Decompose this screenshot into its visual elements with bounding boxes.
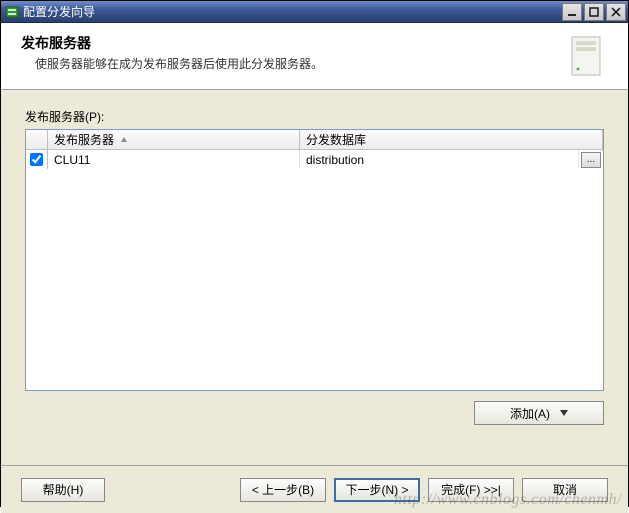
- add-button[interactable]: 添加(A): [474, 401, 604, 425]
- minimize-button[interactable]: [562, 3, 582, 21]
- help-button[interactable]: 帮助(H): [21, 478, 105, 502]
- wizard-header: 发布服务器 使服务器能够在成为发布服务器后使用此分发服务器。: [1, 23, 628, 90]
- browse-button[interactable]: ...: [581, 152, 601, 168]
- wizard-body: 发布服务器(P): 发布服务器 分发数据库 CLU11 distribution…: [1, 90, 628, 465]
- publisher-list-label: 发布服务器(P):: [25, 108, 604, 125]
- column-header-server[interactable]: 发布服务器: [48, 130, 300, 149]
- close-button[interactable]: [606, 3, 626, 21]
- publisher-list: 发布服务器 分发数据库 CLU11 distribution ...: [25, 129, 604, 391]
- wizard-footer: 帮助(H) < 上一步(B) 下一步(N) > 完成(F) >>| 取消: [1, 465, 628, 513]
- column-header-server-label: 发布服务器: [54, 131, 114, 148]
- row-checkbox[interactable]: [30, 153, 43, 166]
- server-icon: [562, 33, 608, 79]
- column-header-db-label: 分发数据库: [306, 131, 366, 148]
- chevron-down-icon: [560, 409, 568, 417]
- next-button[interactable]: 下一步(N) >: [334, 478, 420, 502]
- back-button[interactable]: < 上一步(B): [240, 478, 326, 502]
- page-subtitle: 使服务器能够在成为发布服务器后使用此分发服务器。: [35, 55, 562, 72]
- finish-button[interactable]: 完成(F) >>|: [428, 478, 514, 502]
- cancel-button[interactable]: 取消: [522, 478, 608, 502]
- maximize-button[interactable]: [584, 3, 604, 21]
- column-header-db[interactable]: 分发数据库: [300, 130, 603, 149]
- window-controls: [562, 3, 626, 21]
- page-title: 发布服务器: [21, 33, 562, 53]
- column-header-checkbox[interactable]: [26, 130, 48, 149]
- add-button-label: 添加(A): [510, 405, 550, 422]
- app-icon: [5, 5, 19, 19]
- table-row[interactable]: CLU11 distribution ...: [26, 150, 603, 170]
- title-bar: 配置分发向导: [1, 1, 628, 23]
- list-header: 发布服务器 分发数据库: [26, 130, 603, 150]
- row-db-cell: distribution: [300, 150, 579, 169]
- row-server-cell: CLU11: [48, 150, 300, 169]
- sort-ascending-icon: [120, 136, 128, 144]
- window-title: 配置分发向导: [23, 3, 562, 20]
